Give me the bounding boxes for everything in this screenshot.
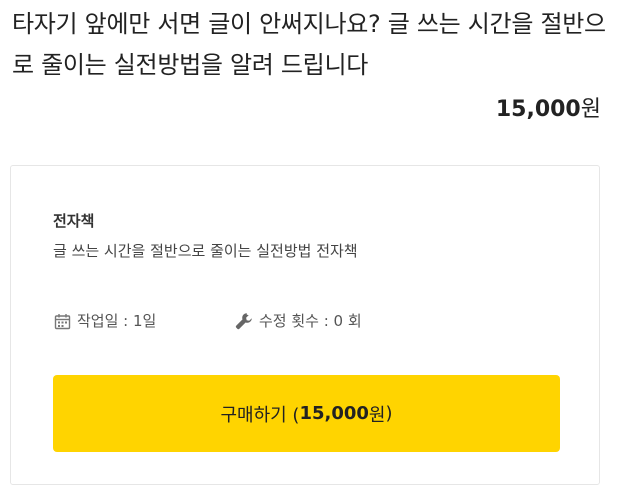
revisions: 수정 횟수 : 0 회: [235, 310, 362, 332]
buy-button-label: 구매하기 (: [220, 404, 300, 426]
price-unit: 원: [580, 97, 601, 122]
work-days: 작업일 : 1일: [53, 310, 156, 332]
package-name: 전자책: [53, 212, 95, 230]
buy-button[interactable]: 구매하기 (15,000 원): [53, 375, 560, 452]
package-card: 전자책 글 쓰는 시간을 절반으로 줄이는 실전방법 전자책 작업일 : 1일 …: [10, 165, 600, 485]
gig-title: 타자기 앞에만 서면 글이 안써지나요? 글 쓰는 시간을 절반으로 줄이는 실…: [12, 10, 606, 79]
calendar-icon: [53, 312, 71, 330]
work-days-label: 작업일 : 1일: [77, 312, 157, 330]
buy-button-amount: 15,000: [299, 403, 369, 424]
wrench-icon: [235, 312, 253, 330]
package-description: 글 쓰는 시간을 절반으로 줄이는 실전방법 전자책: [53, 242, 358, 260]
buy-button-unit: 원: [368, 404, 386, 426]
price-amount: 15,000: [495, 97, 581, 122]
price: 15,000원: [496, 92, 601, 128]
buy-button-close: ): [385, 403, 393, 424]
revisions-label: 수정 횟수 : 0 회: [259, 312, 362, 330]
